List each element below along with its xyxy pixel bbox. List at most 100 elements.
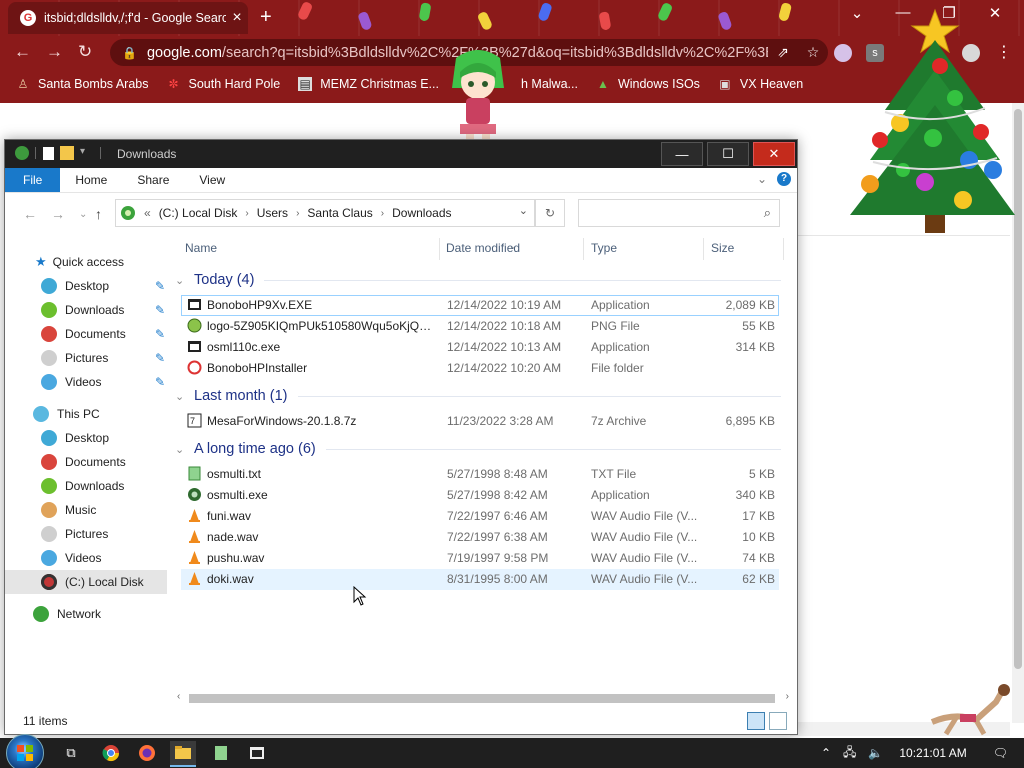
- breadcrumb-separator-icon[interactable]: ›: [381, 208, 384, 219]
- forward-arrow-icon[interactable]: →: [51, 206, 65, 222]
- properties-icon[interactable]: [43, 146, 54, 160]
- task-view-icon[interactable]: ⧉: [58, 741, 84, 765]
- close-tab-icon[interactable]: ×: [226, 9, 248, 27]
- tab-share[interactable]: Share: [122, 168, 184, 192]
- nav-this-pc[interactable]: This PC: [5, 402, 167, 426]
- file-row[interactable]: osmulti.exe 5/27/1998 8:42 AM Applicatio…: [181, 485, 779, 506]
- nav-pc-videos[interactable]: Videos: [5, 546, 167, 570]
- nav-item-documents[interactable]: Documents ✎: [5, 322, 167, 346]
- horizontal-scrollbar[interactable]: ‹ ›: [175, 691, 789, 705]
- reload-icon[interactable]: ↻: [78, 42, 92, 62]
- breadcrumb-separator-icon[interactable]: ›: [296, 208, 299, 219]
- pin-icon[interactable]: ✎: [155, 303, 165, 317]
- breadcrumb-separator-icon[interactable]: ›: [245, 208, 248, 219]
- column-size[interactable]: Size: [711, 241, 734, 255]
- group-header[interactable]: ⌄ A long time ago (6): [175, 438, 781, 460]
- notifications-icon[interactable]: 🗨: [993, 746, 1008, 760]
- nav-quick-access[interactable]: ★ Quick access: [5, 250, 167, 274]
- scroll-right-icon[interactable]: ›: [786, 691, 789, 702]
- new-tab-icon[interactable]: +: [260, 6, 272, 29]
- help-icon[interactable]: ?: [777, 172, 791, 186]
- nav-pc-documents[interactable]: Documents: [5, 450, 167, 474]
- forward-icon[interactable]: →: [46, 42, 63, 62]
- file-row[interactable]: doki.wav 8/31/1995 8:00 AM WAV Audio Fil…: [181, 569, 779, 590]
- nav-pc-downloads[interactable]: Downloads: [5, 474, 167, 498]
- column-type[interactable]: Type: [591, 241, 617, 255]
- nav-pc-desktop[interactable]: Desktop: [5, 426, 167, 450]
- file-row[interactable]: logo-5Z905KIQmPUk510580Wqu5oKjQq0... 12/…: [181, 316, 779, 337]
- customize-chevron-icon[interactable]: ▾: [80, 146, 94, 160]
- bookmark-item[interactable]: ▤ MEMZ Christmas E...: [298, 77, 439, 91]
- pin-icon[interactable]: ✎: [155, 279, 165, 293]
- group-header[interactable]: ⌄ Last month (1): [175, 385, 781, 407]
- start-button[interactable]: [6, 734, 44, 768]
- new-folder-icon[interactable]: [60, 146, 74, 160]
- large-icons-view-icon[interactable]: [769, 712, 787, 730]
- back-icon[interactable]: ←: [14, 42, 31, 62]
- nav-item-downloads[interactable]: Downloads ✎: [5, 298, 167, 322]
- volume-icon[interactable]: 🔈: [868, 746, 883, 760]
- breadcrumb-item[interactable]: Users: [257, 206, 288, 220]
- nav-pc-local-disk[interactable]: (C:) Local Disk: [5, 570, 167, 594]
- bookmark-item[interactable]: ▲ Windows ISOs: [596, 77, 700, 91]
- search-input[interactable]: ⌕: [578, 199, 780, 227]
- tab-view[interactable]: View: [184, 168, 240, 192]
- file-row[interactable]: funi.wav 7/22/1997 6:46 AM WAV Audio Fil…: [181, 506, 779, 527]
- up-arrow-icon[interactable]: ↑: [95, 206, 102, 222]
- recent-chevron-icon[interactable]: ⌄: [79, 209, 87, 220]
- share-icon[interactable]: ⇗: [768, 44, 798, 61]
- bookmark-item[interactable]: ♙ Santa Bombs Arabs: [16, 77, 149, 91]
- chevron-down-icon[interactable]: ⌄: [175, 443, 189, 456]
- maximize-button[interactable]: ☐: [707, 142, 749, 166]
- chevron-down-icon[interactable]: ⌄: [175, 390, 189, 403]
- breadcrumb-item[interactable]: Downloads: [392, 206, 451, 220]
- breadcrumb-item[interactable]: (C:) Local Disk: [159, 206, 238, 220]
- nav-item-desktop[interactable]: Desktop ✎: [5, 274, 167, 298]
- pin-icon[interactable]: ✎: [155, 327, 165, 341]
- chevron-up-icon[interactable]: ⌃: [821, 746, 831, 760]
- file-explorer-taskbar-icon[interactable]: [170, 741, 196, 767]
- network-tray-icon[interactable]: 🖧: [843, 743, 856, 764]
- browser-tab[interactable]: G itsbid;dldslldv,/;f'd - Google Search …: [8, 2, 248, 34]
- back-arrow-icon[interactable]: ←: [23, 206, 37, 222]
- file-row[interactable]: BonoboHPInstaller 12/14/2022 10:20 AM Fi…: [181, 358, 779, 379]
- app-taskbar-icon[interactable]: [244, 741, 270, 765]
- chrome-taskbar-icon[interactable]: [98, 741, 124, 765]
- breadcrumb[interactable]: « (C:) Local Disk › Users › Santa Claus …: [115, 199, 535, 227]
- column-name[interactable]: Name: [185, 241, 217, 255]
- file-row[interactable]: 7 MesaForWindows-20.1.8.7z 11/23/2022 3:…: [181, 411, 779, 432]
- pin-icon[interactable]: ✎: [155, 375, 165, 389]
- firefox-taskbar-icon[interactable]: [134, 741, 160, 765]
- expand-ribbon-icon[interactable]: ⌄: [757, 172, 767, 186]
- column-date-modified[interactable]: Date modified: [446, 241, 520, 255]
- pin-icon[interactable]: ✎: [155, 351, 165, 365]
- explorer-title-bar[interactable]: ▾ Downloads — ☐ ✕: [5, 140, 797, 168]
- file-row[interactable]: nade.wav 7/22/1997 6:38 AM WAV Audio Fil…: [181, 527, 779, 548]
- nav-item-pictures[interactable]: Pictures ✎: [5, 346, 167, 370]
- file-row[interactable]: osml110c.exe 12/14/2022 10:13 AM Applica…: [181, 337, 779, 358]
- bookmark-item[interactable]: ✼ South Hard Pole: [166, 77, 280, 91]
- tab-home[interactable]: Home: [60, 168, 122, 192]
- close-button[interactable]: ✕: [753, 142, 795, 166]
- refresh-button[interactable]: ↻: [535, 199, 565, 227]
- file-row[interactable]: BonoboHP9Xv.EXE 12/14/2022 10:19 AM Appl…: [181, 295, 779, 316]
- bookmark-item[interactable]: ▣ VX Heaven: [718, 77, 803, 91]
- details-view-icon[interactable]: [747, 712, 765, 730]
- nav-pc-music[interactable]: Music: [5, 498, 167, 522]
- notepad-taskbar-icon[interactable]: [208, 741, 234, 765]
- minimize-button[interactable]: —: [661, 142, 703, 166]
- nav-network[interactable]: Network: [5, 602, 167, 626]
- nav-pc-pictures[interactable]: Pictures: [5, 522, 167, 546]
- breadcrumb-item[interactable]: Santa Claus: [307, 206, 372, 220]
- tab-file[interactable]: File: [5, 168, 61, 192]
- scroll-left-icon[interactable]: ‹: [177, 691, 180, 702]
- scrollbar-thumb[interactable]: [189, 694, 775, 703]
- nav-item-videos[interactable]: Videos ✎: [5, 370, 167, 394]
- file-row[interactable]: pushu.wav 7/19/1997 9:58 PM WAV Audio Fi…: [181, 548, 779, 569]
- address-dropdown-icon[interactable]: ⌄: [519, 204, 528, 217]
- file-row[interactable]: osmulti.txt 5/27/1998 8:48 AM TXT File 5…: [181, 464, 779, 485]
- chevron-down-icon[interactable]: ⌄: [175, 274, 189, 287]
- group-header[interactable]: ⌄ Today (4): [175, 269, 781, 291]
- clock[interactable]: 10:21:01 AM: [899, 746, 966, 760]
- bookmark-star-icon[interactable]: ☆: [798, 44, 828, 61]
